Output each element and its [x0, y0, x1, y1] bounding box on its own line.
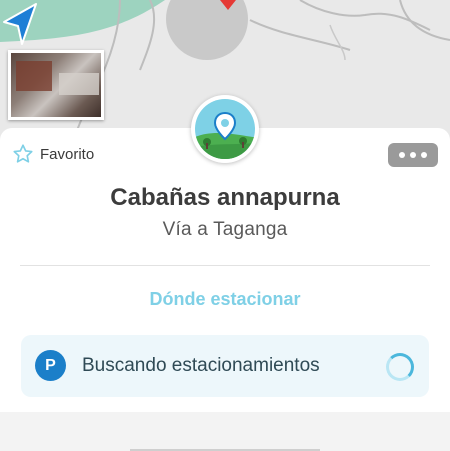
- place-address: Vía a Taganga: [162, 219, 288, 240]
- where-to-park-link[interactable]: Dónde estacionar: [0, 289, 450, 310]
- favorite-toggle[interactable]: Favorito: [12, 143, 94, 165]
- parking-status-text: Buscando estacionamientos: [82, 355, 320, 376]
- place-title: Cabañas annapurna: [110, 184, 340, 211]
- parking-icon: P: [35, 350, 66, 381]
- more-options-button[interactable]: [388, 143, 438, 167]
- divider: [20, 265, 430, 266]
- place-badge: [191, 95, 259, 163]
- favorite-label: Favorito: [40, 145, 95, 163]
- destination-marker-icon: [220, 0, 236, 10]
- star-icon: [13, 144, 33, 163]
- place-photo-thumbnail[interactable]: [8, 50, 104, 120]
- location-pin-icon: [195, 99, 255, 159]
- parking-search-status[interactable]: P Buscando estacionamientos: [21, 335, 429, 397]
- loading-spinner-icon: [386, 353, 414, 381]
- bottom-area: [0, 412, 450, 450]
- navigation-arrow-icon: [3, 3, 37, 45]
- more-dots-icon: [399, 152, 405, 158]
